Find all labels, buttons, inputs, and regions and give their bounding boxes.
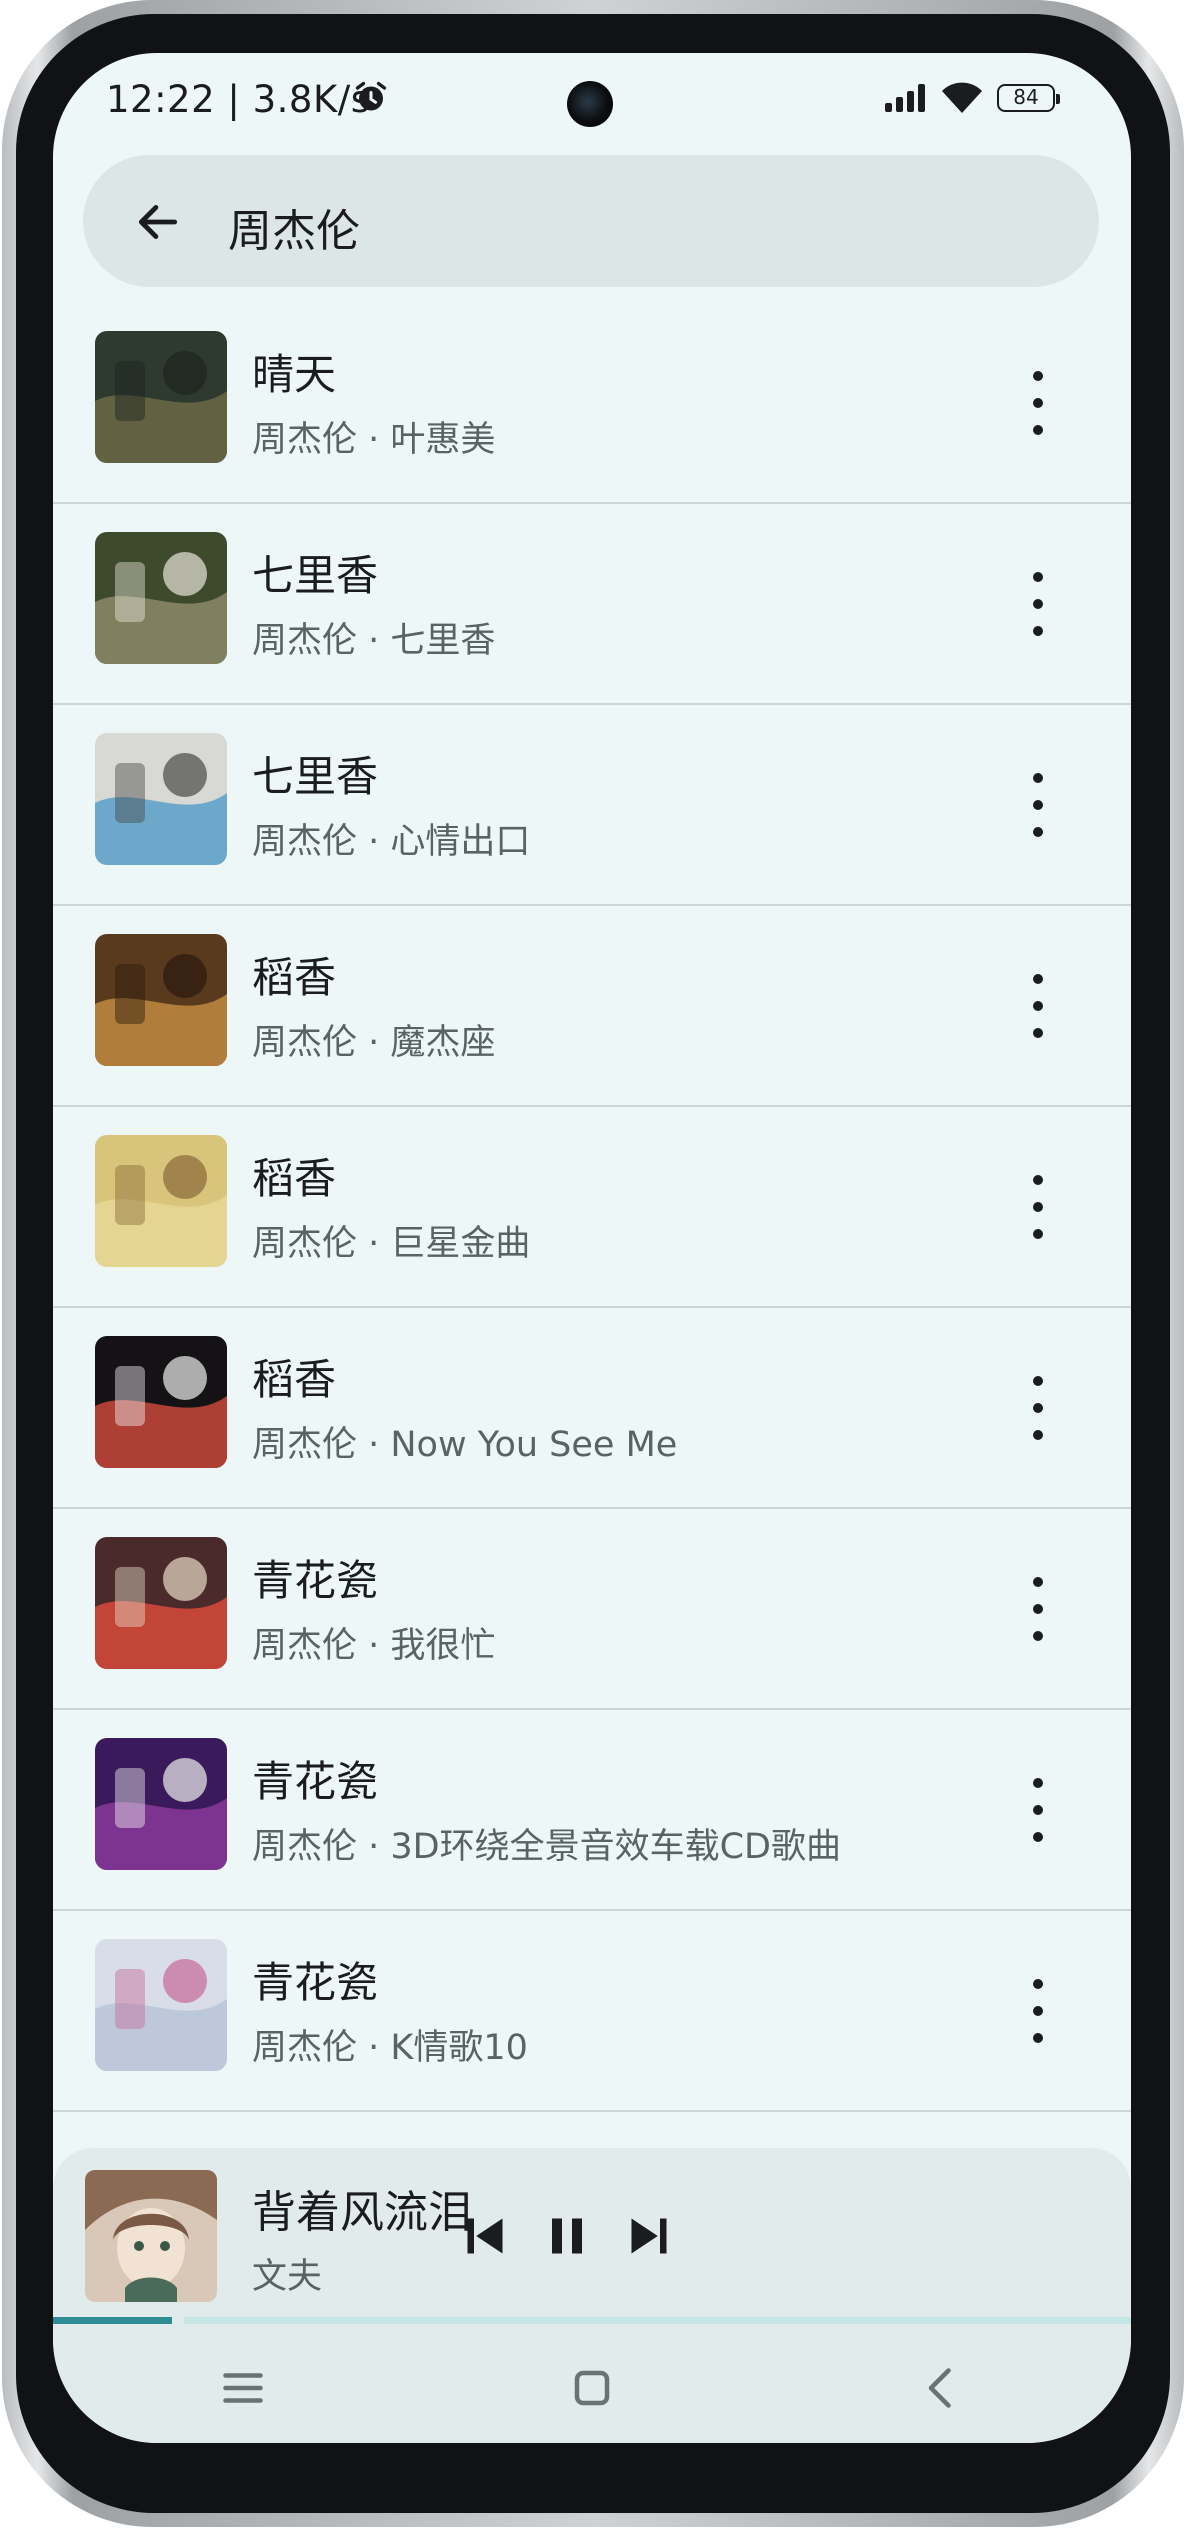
album-art <box>95 1537 227 1669</box>
result-row[interactable]: 七里香周杰伦 · 心情出口 <box>53 705 1131 906</box>
navigation-bar <box>53 2328 1131 2443</box>
song-artist-album: 周杰伦 · 魔杰座 <box>252 1023 496 1063</box>
search-bar[interactable]: 周杰伦 <box>83 155 1099 287</box>
playback-progress-bar[interactable] <box>53 2317 1131 2324</box>
album-art <box>95 934 227 1066</box>
menu-icon[interactable] <box>213 2358 273 2418</box>
skip-previous-icon[interactable] <box>455 2206 515 2266</box>
result-row[interactable]: 青花瓷周杰伦 · 我很忙 <box>53 1509 1131 1710</box>
song-artist-album: 周杰伦 · Now You See Me <box>252 1425 678 1465</box>
more-vert-icon[interactable] <box>1008 966 1068 1046</box>
pause-icon[interactable] <box>537 2206 597 2266</box>
result-row[interactable]: 青花瓷周杰伦 · 3D环绕全景音效车载CD歌曲 <box>53 1710 1131 1911</box>
now-playing-album-art <box>85 2170 217 2302</box>
album-art <box>95 331 227 463</box>
arrow-left-icon[interactable] <box>133 197 183 247</box>
more-vert-icon[interactable] <box>1008 1971 1068 2051</box>
album-art <box>95 1738 227 1870</box>
song-title: 青花瓷 <box>252 1757 379 1806</box>
nav-back-icon[interactable] <box>911 2358 971 2418</box>
search-query[interactable]: 周杰伦 <box>228 195 360 259</box>
song-artist-album: 周杰伦 · K情歌10 <box>252 2028 528 2068</box>
screen: 12:22 | 3.8K/s 84 周杰伦 晴天 周杰伦 · 叶惠美 七里香 周杰伦 … <box>53 53 1131 2443</box>
song-artist-album: 周杰伦 · 心情出口 <box>252 822 531 862</box>
now-playing-artist: 文夫 <box>252 2257 323 2297</box>
song-artist-album: 周杰伦 · 巨星金曲 <box>252 1224 531 1264</box>
album-art <box>95 1336 227 1468</box>
song-title: 晴天 <box>252 350 337 399</box>
mini-player[interactable]: 背着风流泪 文夫 <box>53 2148 1131 2328</box>
now-playing-title: 背着风流泪 <box>252 2187 472 2238</box>
song-artist-album: 周杰伦 · 叶惠美 <box>252 420 496 460</box>
album-art <box>95 733 227 865</box>
status-time: 12:22 | 3.8K/s <box>106 78 371 121</box>
song-title: 青花瓷 <box>252 1556 379 1605</box>
playback-progress-fill <box>53 2317 172 2324</box>
song-title: 稻香 <box>252 1154 337 1203</box>
home-icon[interactable] <box>562 2358 622 2418</box>
more-vert-icon[interactable] <box>1008 564 1068 644</box>
result-row[interactable]: 稻香周杰伦 · 魔杰座 <box>53 906 1131 1107</box>
song-title: 稻香 <box>252 1355 337 1404</box>
result-row[interactable]: 晴天周杰伦 · 叶惠美 <box>53 303 1131 504</box>
playback-progress-thumb-gap <box>171 2317 184 2324</box>
skip-next-icon[interactable] <box>619 2206 679 2266</box>
more-vert-icon[interactable] <box>1008 1569 1068 1649</box>
song-artist-album: 周杰伦 · 我很忙 <box>252 1626 496 1666</box>
result-row[interactable]: 稻香周杰伦 · Now You See Me <box>53 1308 1131 1509</box>
album-art <box>95 532 227 664</box>
result-row[interactable]: 七里香周杰伦 · 七里香 <box>53 504 1131 705</box>
song-title: 七里香 <box>252 752 379 801</box>
result-row[interactable]: 青花瓷周杰伦 · K情歌10 <box>53 1911 1131 2112</box>
song-artist-album: 周杰伦 · 3D环绕全景音效车载CD歌曲 <box>252 1827 841 1867</box>
signal-icon <box>885 84 925 112</box>
wifi-icon <box>942 82 982 113</box>
battery-indicator: 84 <box>997 84 1060 112</box>
front-camera <box>567 81 613 127</box>
more-vert-icon[interactable] <box>1008 1167 1068 1247</box>
album-art <box>95 1939 227 2071</box>
more-vert-icon[interactable] <box>1008 765 1068 845</box>
album-art <box>95 1135 227 1267</box>
song-title: 青花瓷 <box>252 1958 379 2007</box>
more-vert-icon[interactable] <box>1008 1770 1068 1850</box>
song-title: 稻香 <box>252 953 337 1002</box>
song-title: 七里香 <box>252 551 379 600</box>
more-vert-icon[interactable] <box>1008 1368 1068 1448</box>
song-artist-album: 周杰伦 · 七里香 <box>252 621 496 661</box>
result-row[interactable]: 稻香周杰伦 · 巨星金曲 <box>53 1107 1131 1308</box>
alarm-icon <box>355 81 387 111</box>
status-bar: 12:22 | 3.8K/s 84 <box>53 53 1131 153</box>
more-vert-icon[interactable] <box>1008 363 1068 443</box>
